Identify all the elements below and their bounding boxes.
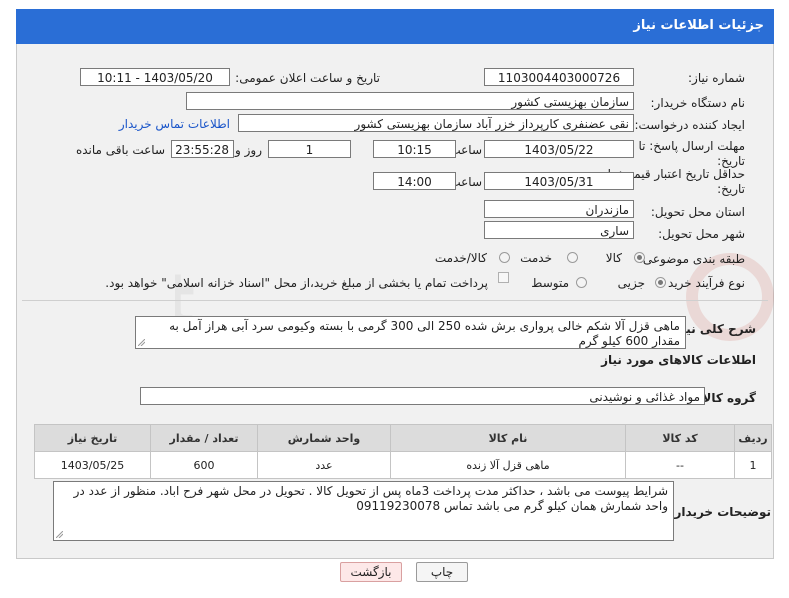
category-option-goods-service: کالا/خدمت xyxy=(434,251,487,265)
goods-info-title: اطلاعات کالاهای مورد نیاز xyxy=(601,353,756,367)
items-table: ردیف کد کالا نام کالا واحد شمارش تعداد /… xyxy=(34,424,772,479)
deadline-label: مهلت ارسال پاسخ: تا تاریخ: xyxy=(638,139,745,168)
print-button[interactable]: چاپ xyxy=(416,562,468,582)
validity-date-field: 1403/05/31 xyxy=(484,172,634,190)
page-header: جزئیات اطلاعات نیاز xyxy=(16,9,774,44)
buyer-org-label: نام دستگاه خریدار: xyxy=(650,96,746,110)
col-code: کد کالا xyxy=(625,424,735,452)
table-row: 1 -- ماهی قزل آلا زنده عدد 600 1403/05/2… xyxy=(34,451,772,479)
need-number-label: شماره نیاز: xyxy=(688,71,745,85)
buyer-notes-text: شرایط پیوست می باشد ، حداکثر مدت پرداخت … xyxy=(73,484,668,513)
deadline-date-field: 1403/05/22 xyxy=(484,140,634,158)
requester-label: ایجاد کننده درخواست: xyxy=(634,118,745,132)
days-label: روز و xyxy=(235,143,262,157)
remaining-time-label: ساعت باقی مانده xyxy=(75,143,165,157)
category-option-goods: کالا xyxy=(605,251,622,265)
resize-grip-icon xyxy=(138,339,145,346)
treasury-note: پرداخت تمام یا بخشی از مبلغ خرید،از محل … xyxy=(105,276,488,290)
validity-time-field: 14:00 xyxy=(373,172,456,190)
cell-name: ماهی قزل آلا زنده xyxy=(390,451,626,479)
category-radio-goods[interactable] xyxy=(634,252,645,263)
col-date: تاریخ نیاز xyxy=(34,424,151,452)
col-row: ردیف xyxy=(734,424,772,452)
category-option-service: خدمت xyxy=(520,251,552,265)
goods-group-label: گروه کالا: xyxy=(697,391,756,405)
cell-unit: عدد xyxy=(257,451,391,479)
process-option-medium: متوسط xyxy=(531,276,569,290)
buyer-org-field: سازمان بهزیستی کشور xyxy=(186,92,634,110)
process-type-label: نوع فرآیند خرید : xyxy=(660,276,745,290)
buyer-notes-label: توضیحات خریدار: xyxy=(669,505,771,519)
process-option-minor: جزیی xyxy=(617,276,645,290)
need-number-field: 1103004403000726 xyxy=(484,68,634,86)
process-radio-medium[interactable] xyxy=(576,277,587,288)
page-title: جزئیات اطلاعات نیاز xyxy=(633,18,764,33)
announce-date-label: تاریخ و ساعت اعلان عمومی: xyxy=(235,71,380,85)
city-field: ساری xyxy=(484,221,634,239)
col-qty: تعداد / مقدار xyxy=(150,424,258,452)
province-field: مازندران xyxy=(484,200,634,218)
category-label: طبقه بندی موضوعی: xyxy=(638,252,745,266)
col-name: نام کالا xyxy=(390,424,626,452)
description-textarea[interactable]: ماهی قزل آلا شکم خالی پرواری برش شده 250… xyxy=(135,316,686,349)
cell-date: 1403/05/25 xyxy=(34,451,151,479)
city-label: شهر محل تحویل: xyxy=(658,227,745,241)
col-unit: واحد شمارش xyxy=(257,424,391,452)
description-text: ماهی قزل آلا شکم خالی پرواری برش شده 250… xyxy=(169,319,680,348)
treasury-checkbox[interactable] xyxy=(498,272,509,283)
process-radio-minor[interactable] xyxy=(655,277,666,288)
category-radio-goods-service[interactable] xyxy=(499,252,510,263)
resize-grip-icon xyxy=(56,531,63,538)
category-radio-service[interactable] xyxy=(567,252,578,263)
buyer-contact-link[interactable]: اطلاعات تماس خریدار xyxy=(119,117,230,131)
table-header-row: ردیف کد کالا نام کالا واحد شمارش تعداد /… xyxy=(34,424,772,452)
remaining-time-field: 23:55:28 xyxy=(171,140,234,158)
days-remaining-field: 1 xyxy=(268,140,351,158)
back-button[interactable]: بازگشت xyxy=(340,562,402,582)
cell-qty: 600 xyxy=(150,451,258,479)
cell-code: -- xyxy=(625,451,735,479)
divider xyxy=(22,300,768,301)
deadline-time-field: 10:15 xyxy=(373,140,456,158)
buyer-notes-textarea[interactable]: شرایط پیوست می باشد ، حداکثر مدت پرداخت … xyxy=(53,481,674,541)
announce-date-field: 1403/05/20 - 10:11 xyxy=(80,68,230,86)
requester-field: نقی عضنفری کارپرداز خزر آباد سازمان بهزی… xyxy=(238,114,634,132)
cell-row: 1 xyxy=(734,451,772,479)
goods-group-field: مواد غذائی و نوشیدنی xyxy=(140,387,705,405)
province-label: استان محل تحویل: xyxy=(650,205,745,219)
